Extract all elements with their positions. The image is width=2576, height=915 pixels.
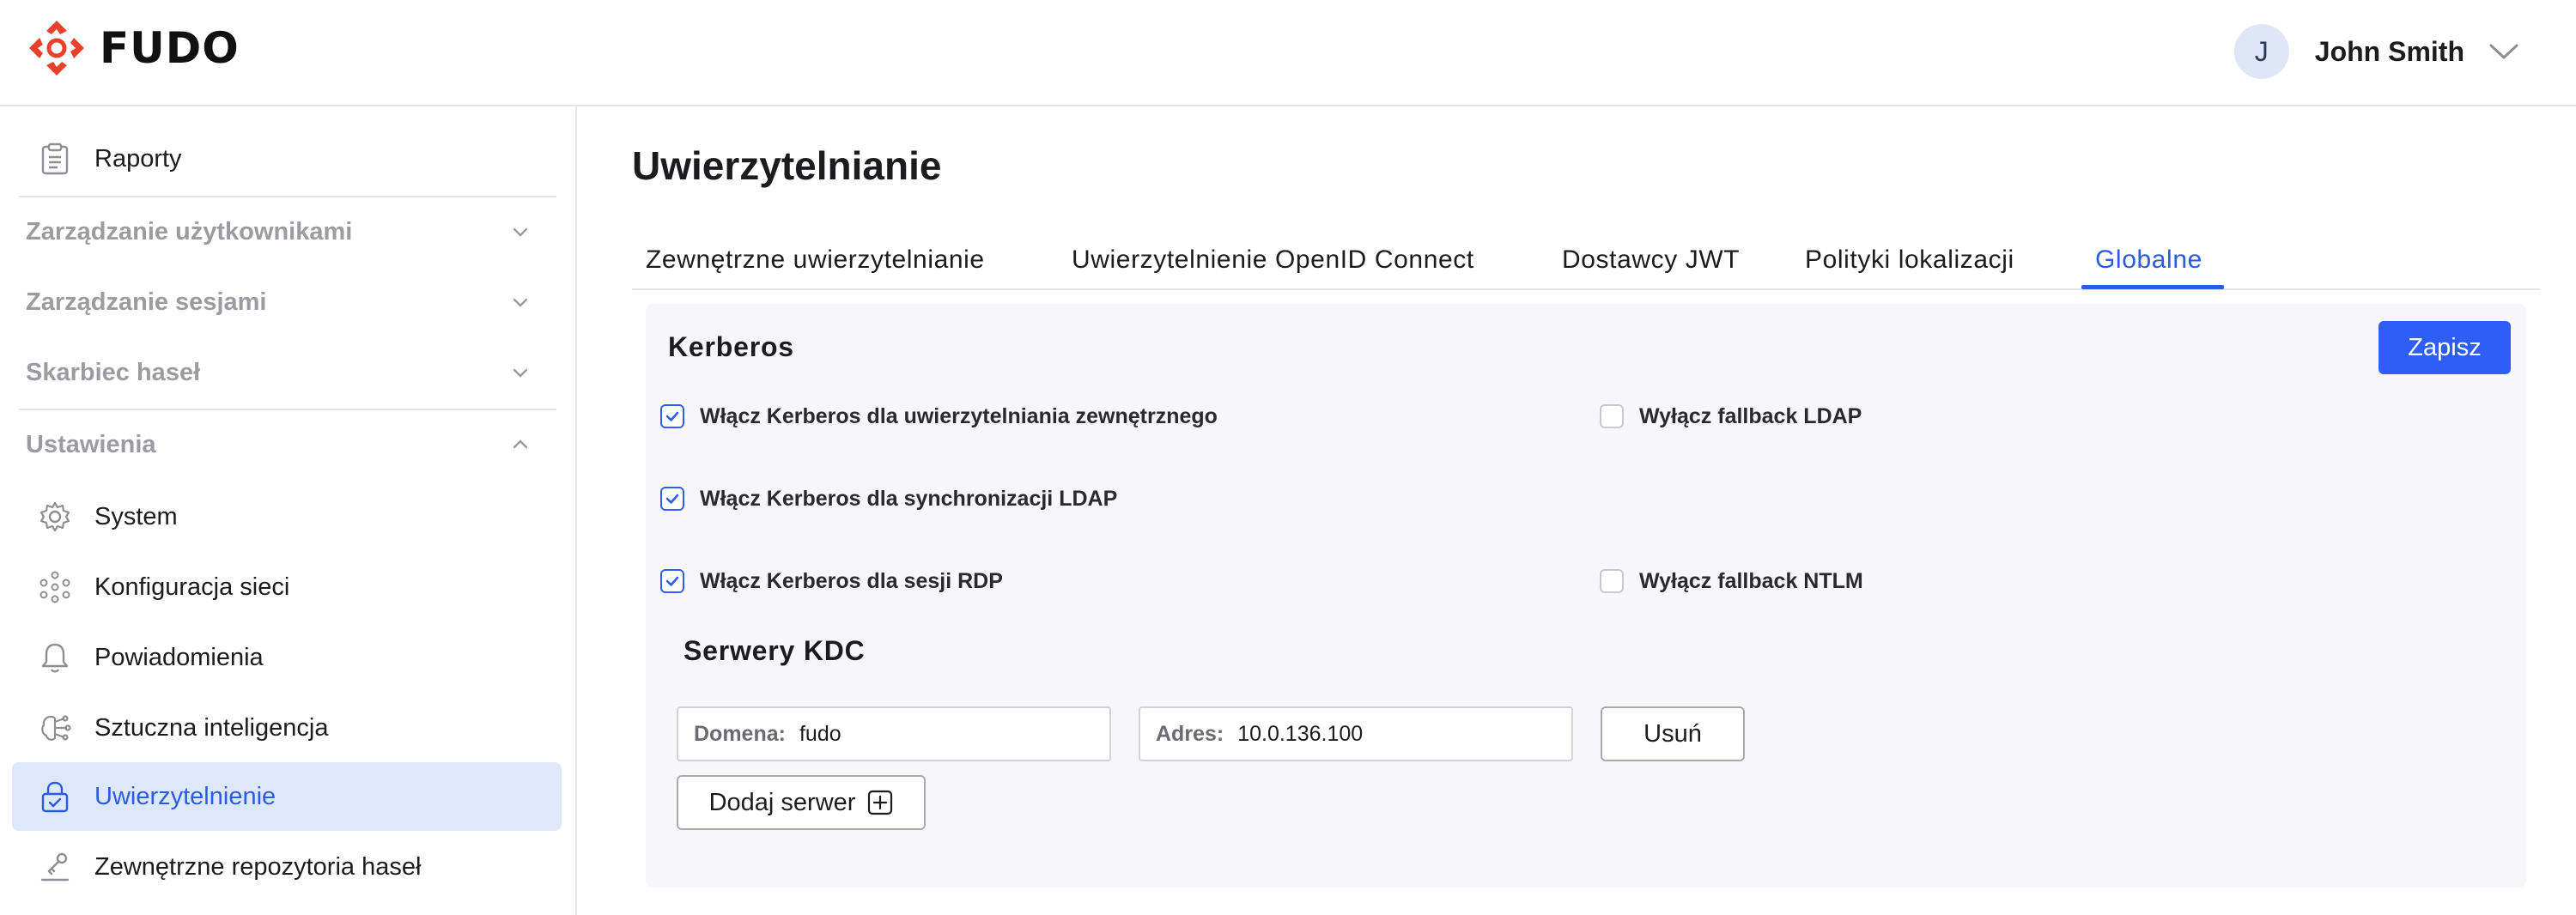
chevron-down-icon [513, 227, 528, 237]
sidebar-item-authentication[interactable]: Uwierzytelnienie [12, 762, 562, 831]
tab-jwt-providers[interactable]: Dostawcy JWT [1562, 230, 1740, 290]
page-title: Uwierzytelnianie [632, 143, 942, 188]
sidebar-item-notifications[interactable]: Powiadomienia [12, 623, 562, 692]
option-label: Włącz Kerberos dla synchronizacji LDAP [700, 486, 1118, 511]
active-tab-indicator [2081, 285, 2224, 289]
option-kerberos-ldap-sync[interactable]: Włącz Kerberos dla synchronizacji LDAP [660, 482, 1117, 516]
chevron-up-icon [513, 439, 528, 449]
tab-global[interactable]: Globalne [2095, 230, 2202, 290]
sidebar-item-raporty[interactable]: Raporty [12, 124, 562, 193]
tab-external-auth[interactable]: Zewnętrzne uwierzytelnianie [646, 230, 985, 290]
ai-icon [38, 711, 72, 745]
tab-location-policies[interactable]: Polityki lokalizacji [1805, 230, 2014, 290]
clipboard-icon [38, 142, 72, 176]
sidebar-item-label: Zewnętrzne repozytoria haseł [94, 852, 422, 881]
option-kerberos-rdp[interactable]: Włącz Kerberos dla sesji RDP [660, 564, 1003, 598]
fudo-logo[interactable]: FUDO [26, 17, 240, 79]
bell-icon [38, 640, 72, 675]
sidebar-item-system[interactable]: System [12, 482, 562, 551]
option-kerberos-external-auth[interactable]: Włącz Kerberos dla uwierzytelniania zewn… [660, 399, 1218, 433]
save-button[interactable]: Zapisz [2379, 321, 2511, 374]
option-label: Wyłącz fallback LDAP [1639, 403, 1862, 428]
option-label: Wyłącz fallback NTLM [1639, 568, 1863, 593]
sidebar-group-sessions[interactable]: Zarządzanie sesjami [26, 268, 556, 336]
address-field[interactable]: Adres: [1139, 706, 1573, 761]
key-icon [38, 850, 72, 884]
kerberos-title: Kerberos [668, 331, 794, 362]
domain-field[interactable]: Domena: [677, 706, 1111, 761]
lock-icon [38, 779, 72, 814]
user-menu[interactable]: J John Smith [2233, 24, 2521, 79]
checkbox-unchecked[interactable] [1600, 569, 1624, 593]
plus-square-icon [867, 790, 893, 815]
network-icon [38, 570, 72, 604]
sidebar-item-label: Raporty [94, 144, 182, 173]
checkbox-unchecked[interactable] [1600, 404, 1624, 428]
sidebar-item-label: System [94, 502, 178, 530]
domain-input[interactable] [799, 721, 1057, 747]
checkbox-checked[interactable] [660, 404, 684, 428]
sidebar-item-network[interactable]: Konfiguracja sieci [12, 553, 562, 621]
sidebar-item-external-repos[interactable]: Zewnętrzne repozytoria haseł [12, 833, 562, 901]
fudo-logo-icon [29, 21, 84, 76]
chevron-down-icon[interactable] [2487, 34, 2521, 69]
tab-bar: Zewnętrzne uwierzytelnianie Uwierzytelni… [632, 230, 2540, 290]
add-server-button[interactable]: Dodaj serwer [677, 775, 926, 830]
add-server-label: Dodaj serwer [708, 788, 856, 816]
sidebar-item-label: Konfiguracja sieci [94, 573, 290, 601]
user-name: John Smith [2314, 35, 2464, 67]
chevron-down-icon [513, 368, 528, 378]
option-disable-ntlm-fallback[interactable]: Wyłącz fallback NTLM [1600, 564, 1863, 598]
sidebar: Raporty Zarządzanie użytkownikami Zarząd… [0, 106, 577, 915]
sidebar-item-ai[interactable]: Sztuczna inteligencja [12, 694, 562, 762]
sidebar-group-label: Ustawienia [26, 430, 156, 458]
option-label: Włącz Kerberos dla uwierzytelniania zewn… [700, 403, 1218, 428]
remove-server-button[interactable]: Usuń [1601, 706, 1745, 761]
sidebar-group-label: Zarządzanie sesjami [26, 288, 267, 316]
sidebar-item-label: Uwierzytelnienie [94, 782, 276, 810]
sidebar-group-settings[interactable]: Ustawienia [26, 410, 556, 479]
option-label: Włącz Kerberos dla sesji RDP [700, 568, 1003, 593]
sidebar-item-label: Sztuczna inteligencja [94, 713, 329, 742]
sidebar-group-label: Zarządzanie użytkownikami [26, 217, 353, 245]
top-header: FUDO J John Smith [0, 0, 2576, 106]
domain-label: Domena: [694, 721, 786, 746]
sidebar-group-vault[interactable]: Skarbiec haseł [26, 338, 556, 407]
address-label: Adres: [1156, 721, 1224, 746]
address-input[interactable] [1237, 721, 1496, 747]
chevron-down-icon [513, 298, 528, 307]
logo-text: FUDO [100, 23, 240, 73]
option-disable-ldap-fallback[interactable]: Wyłącz fallback LDAP [1600, 399, 1862, 433]
checkbox-checked[interactable] [660, 569, 684, 593]
sidebar-group-label: Skarbiec haseł [26, 358, 201, 386]
gear-icon [38, 500, 72, 534]
sidebar-group-users[interactable]: Zarządzanie użytkownikami [26, 197, 556, 266]
checkbox-checked[interactable] [660, 487, 684, 511]
tab-openid-connect[interactable]: Uwierzytelnienie OpenID Connect [1072, 230, 1474, 290]
kdc-servers-title: Serwery KDC [683, 635, 866, 666]
sidebar-item-label: Powiadomienia [94, 643, 264, 671]
avatar: J [2233, 24, 2289, 79]
